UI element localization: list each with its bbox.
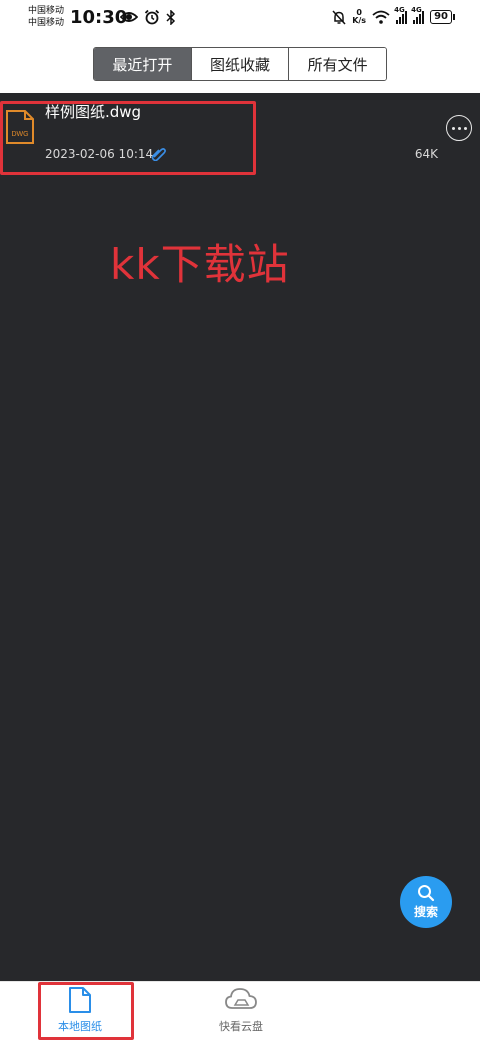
- eye-icon: [120, 12, 138, 22]
- search-button-label: 搜索: [413, 905, 438, 919]
- segmented-tabs: 最近打开 图纸收藏 所有文件: [93, 47, 387, 81]
- nav-cloud-label: 快看云盘: [219, 1020, 263, 1033]
- alarm-icon: [144, 9, 160, 25]
- carrier-2: 中国移动: [28, 18, 65, 28]
- net-speed-unit: K/s: [352, 16, 367, 25]
- signal-icon-1: 4G: [394, 6, 408, 24]
- battery-icon: 90: [430, 10, 455, 24]
- watermark-text: kk下载站: [110, 240, 290, 289]
- tab-all-files[interactable]: 所有文件: [288, 48, 386, 80]
- tab-recent[interactable]: 最近打开: [94, 48, 191, 80]
- carrier-1: 中国移动: [28, 6, 65, 16]
- screen: 中国移动 中国移动 10:30 0 K/s 4G 4G 90 最近打开 图纸收藏…: [0, 0, 480, 1040]
- signal-2-label: 4G: [411, 6, 422, 14]
- file-size: 64K: [414, 147, 438, 161]
- more-dot: [457, 126, 461, 130]
- search-icon: [418, 885, 435, 902]
- search-button[interactable]: 搜索: [400, 876, 452, 928]
- wifi-icon: [372, 10, 390, 24]
- bluetooth-icon: [166, 9, 176, 25]
- status-icons-left: [120, 9, 176, 25]
- mute-bell-icon: [332, 9, 346, 25]
- more-dot: [451, 126, 455, 130]
- status-bar: 中国移动 中国移动 10:30 0 K/s 4G 4G 90: [0, 0, 480, 36]
- carrier-info: 中国移动 中国移动: [28, 5, 64, 29]
- highlight-box: [0, 101, 256, 175]
- more-dot: [463, 126, 467, 130]
- cloud-drive-icon: [225, 988, 257, 1009]
- battery-level: 90: [434, 11, 448, 22]
- more-options-button[interactable]: [446, 115, 472, 141]
- bottom-nav: 本地图纸 快看云盘: [0, 981, 480, 1040]
- clock: 10:30: [70, 7, 128, 28]
- tab-favorites[interactable]: 图纸收藏: [190, 48, 289, 80]
- net-speed: 0 K/s: [352, 9, 366, 25]
- nav-highlight-box: [38, 982, 134, 1040]
- file-list: DWG 样例图纸.dwg 2023-02-06 10:14 64K kk下载站 …: [0, 93, 480, 981]
- nav-cloud-drive[interactable]: 快看云盘: [196, 986, 286, 1040]
- tab-header: 最近打开 图纸收藏 所有文件: [0, 36, 480, 93]
- signal-1-label: 4G: [394, 6, 405, 14]
- signal-icon-2: 4G: [411, 6, 425, 24]
- status-icons-right: 0 K/s 4G 4G 90: [332, 6, 455, 25]
